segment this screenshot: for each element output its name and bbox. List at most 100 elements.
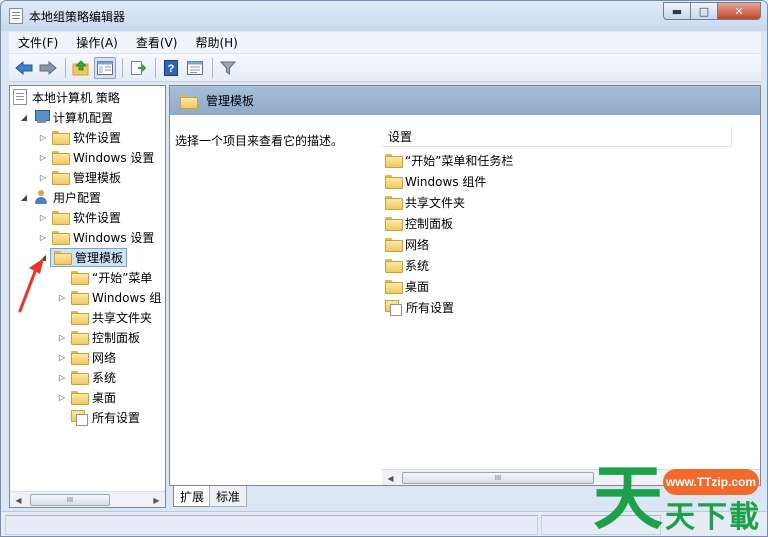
list-item-windows-components[interactable]: Windows 组件: [385, 171, 486, 191]
toolbar-separator: [155, 57, 156, 78]
menu-action[interactable]: 操作(A): [67, 34, 127, 51]
filter-icon: [220, 61, 236, 75]
scroll-thumb[interactable]: III: [402, 472, 594, 484]
tree-item-label: 用户配置: [53, 190, 102, 205]
collapsed-triangle-icon[interactable]: ▷: [57, 333, 67, 342]
tree-item-computer-config[interactable]: ◢ 计算机配置: [19, 107, 113, 127]
tree-item-all-settings[interactable]: 所有设置: [71, 407, 140, 427]
collapsed-triangle-icon[interactable]: ▷: [38, 213, 48, 222]
scroll-right-icon[interactable]: ▶: [148, 492, 165, 507]
list-item-label: Windows 组件: [405, 174, 487, 189]
show-hide-tree-icon: [97, 60, 113, 75]
tree-item-shared-folders[interactable]: 共享文件夹: [71, 307, 152, 327]
scroll-left-icon[interactable]: ◀: [382, 470, 399, 485]
menu-view[interactable]: 查看(V): [127, 34, 187, 51]
folder-icon: [54, 251, 72, 265]
collapsed-triangle-icon[interactable]: ▷: [38, 133, 48, 142]
folder-icon: [52, 231, 70, 245]
collapsed-triangle-icon[interactable]: ▷: [38, 233, 48, 242]
tab-extended[interactable]: 扩展: [173, 486, 212, 507]
tree-item-desktop[interactable]: ▷ 桌面: [57, 387, 116, 407]
list-item-system[interactable]: 系统: [385, 255, 429, 275]
forward-arrow-icon: [39, 60, 57, 75]
details-header-title: 管理模板: [206, 94, 255, 108]
maximize-button[interactable]: □: [690, 2, 718, 20]
export-list-icon: [131, 60, 146, 75]
folder-icon: [71, 311, 89, 325]
list-item-desktop[interactable]: 桌面: [385, 276, 429, 296]
tab-standard[interactable]: 标准: [209, 486, 248, 507]
folder-icon: [52, 171, 70, 185]
tree-item-computer-software-settings[interactable]: ▷ 软件设置: [38, 127, 121, 147]
tree-item-user-config[interactable]: ◢ 用户配置: [19, 187, 101, 207]
list-item-control-panel[interactable]: 控制面板: [385, 213, 453, 233]
close-button[interactable]: ✕: [717, 2, 761, 20]
expanded-triangle-icon[interactable]: ◢: [19, 193, 29, 202]
properties-button[interactable]: [184, 57, 206, 79]
column-header-settings[interactable]: 设置: [382, 126, 732, 147]
collapsed-triangle-icon[interactable]: ▷: [38, 173, 48, 182]
list-item-start-menu[interactable]: “开始”菜单和任务栏: [385, 150, 513, 170]
tree-item-label: 计算机配置: [53, 110, 114, 125]
up-level-button[interactable]: [70, 57, 92, 79]
tree-item-computer-admin-templates[interactable]: ▷ 管理模板: [38, 167, 121, 187]
show-hide-tree-button[interactable]: [94, 56, 116, 79]
tree-horizontal-scrollbar[interactable]: ◀ III ▶: [10, 491, 165, 507]
collapsed-triangle-icon[interactable]: ▷: [57, 393, 67, 402]
red-arrow-annotation: [18, 258, 44, 313]
folder-icon: [385, 238, 403, 252]
tree-item-label: “开始”菜单: [92, 270, 153, 285]
folder-icon: [71, 331, 89, 345]
tree-item-system[interactable]: ▷ 系统: [57, 367, 116, 387]
computer-icon: [33, 110, 50, 124]
collapsed-triangle-icon[interactable]: ▷: [57, 373, 67, 382]
forward-button[interactable]: [37, 57, 59, 79]
all-settings-icon: [385, 300, 402, 316]
policy-editor-icon: [9, 8, 23, 24]
list-item-label: “开始”菜单和任务栏: [405, 153, 514, 168]
list-item-all-settings[interactable]: 所有设置: [385, 297, 454, 317]
tree-item-start-menu[interactable]: “开始”菜单: [71, 267, 152, 287]
list-item-label: 系统: [405, 258, 430, 273]
help-button[interactable]: ?: [160, 57, 182, 79]
tree-item-label: 控制面板: [92, 330, 141, 345]
collapsed-triangle-icon[interactable]: ▷: [57, 293, 67, 302]
tree-item-control-panel[interactable]: ▷ 控制面板: [57, 327, 140, 347]
help-glyph: ?: [168, 63, 175, 75]
collapsed-triangle-icon[interactable]: ▷: [57, 353, 67, 362]
list-item-network[interactable]: 网络: [385, 234, 429, 254]
tree-item-label: Windows 组: [92, 290, 162, 305]
menu-file[interactable]: 文件(F): [9, 34, 67, 51]
tree-item-network[interactable]: ▷ 网络: [57, 347, 116, 367]
folder-icon: [385, 280, 403, 294]
expanded-triangle-icon[interactable]: ◢: [19, 113, 29, 122]
scroll-thumb[interactable]: III: [30, 494, 110, 506]
back-arrow-icon: [15, 60, 33, 75]
list-item-shared-folders[interactable]: 共享文件夹: [385, 192, 465, 212]
back-button[interactable]: [13, 57, 35, 79]
tree-item-label: 桌面: [92, 390, 117, 405]
list-item-label: 桌面: [405, 279, 430, 294]
tree-item-computer-windows-settings[interactable]: ▷ Windows 设置: [38, 147, 154, 167]
status-segment: [5, 515, 538, 535]
collapsed-triangle-icon[interactable]: ▷: [38, 153, 48, 162]
tree-item-user-software-settings[interactable]: ▷ 软件设置: [38, 207, 121, 227]
watermark-text: 天下載: [665, 500, 761, 535]
toolbar-separator: [65, 57, 66, 78]
tree-item-user-admin-templates[interactable]: ◢ 管理模板: [38, 247, 128, 267]
title-bar: 本地组策略编辑器 ▬ □ ✕: [1, 1, 767, 31]
folder-icon: [385, 154, 403, 168]
tree-item-label: 管理模板: [73, 170, 122, 185]
menu-bar: 文件(F) 操作(A) 查看(V) 帮助(H): [9, 32, 761, 53]
export-list-button[interactable]: [127, 57, 149, 79]
selected-tree-item[interactable]: 管理模板: [50, 247, 128, 267]
tree-item-label: 管理模板: [75, 250, 124, 265]
tree-item-windows-components[interactable]: ▷ Windows 组: [57, 287, 161, 307]
scroll-left-icon[interactable]: ◀: [10, 492, 27, 507]
menu-help[interactable]: 帮助(H): [186, 34, 246, 51]
tree-item-local-computer-policy[interactable]: 本地计算机 策略: [13, 87, 120, 107]
filter-button[interactable]: [217, 57, 239, 79]
minimize-button[interactable]: ▬: [663, 2, 691, 20]
tree-item-user-windows-settings[interactable]: ▷ Windows 设置: [38, 227, 154, 247]
window-controls: ▬ □ ✕: [663, 2, 761, 20]
